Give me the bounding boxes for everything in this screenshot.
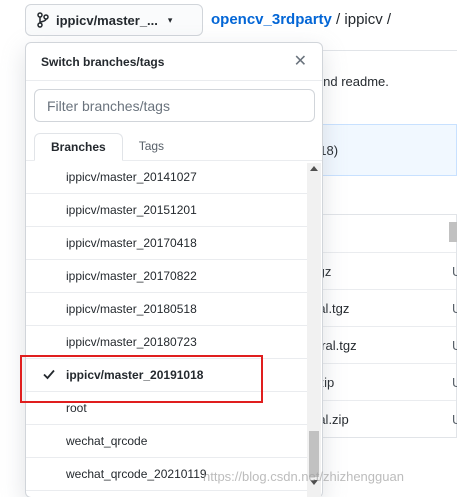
branch-name: ippicv/master_20180518 xyxy=(66,302,197,316)
branch-item[interactable]: wechat_qrcode_20210119 xyxy=(26,458,310,491)
branch-item[interactable]: ippicv/master_20170418 xyxy=(26,227,310,260)
close-icon[interactable]: ✕ xyxy=(294,53,307,70)
branch-name: ippicv/master_20170822 xyxy=(66,269,197,283)
branch-selector-button[interactable]: ippicv/master_... ▾ xyxy=(25,4,203,36)
file-commit-msg: U xyxy=(452,412,457,427)
breadcrumb-trailing-separator: / xyxy=(382,11,392,28)
dropdown-tabs: Branches Tags xyxy=(34,133,180,161)
breadcrumb-current-dir: ippicv xyxy=(344,11,383,28)
branch-name: wechat_qrcode xyxy=(66,434,148,448)
scroll-up-arrow-icon[interactable] xyxy=(310,166,318,171)
branch-name: wechat_qrcode_20210119 xyxy=(66,467,207,481)
dropdown-scrollbar-thumb[interactable] xyxy=(309,431,319,477)
filter-section: Branches Tags xyxy=(26,81,322,161)
file-commit-msg: U xyxy=(452,301,457,316)
dropdown-scrollbar[interactable] xyxy=(307,163,321,497)
branch-name: ippicv/master_20141027 xyxy=(66,170,197,184)
breadcrumb: opencv_3rdparty / ippicv / xyxy=(211,11,391,28)
branch-list: ippicv/master_20141027 ippicv/master_201… xyxy=(26,163,310,497)
scroll-down-arrow-icon[interactable] xyxy=(310,480,318,485)
branch-item[interactable]: wechat_qrcode xyxy=(26,425,310,458)
branch-item[interactable]: ippicv/master_20180518 xyxy=(26,293,310,326)
breadcrumb-separator: / xyxy=(331,11,345,28)
breadcrumb-repo-link[interactable]: opencv_3rdparty xyxy=(211,11,332,28)
tab-branches[interactable]: Branches xyxy=(34,133,123,161)
page-scrollbar-thumb[interactable] xyxy=(449,222,457,242)
file-commit-msg: U xyxy=(452,264,457,279)
file-commit-msg: U xyxy=(452,338,457,353)
check-icon xyxy=(43,369,55,380)
branch-name: ippicv/master_20170418 xyxy=(66,236,197,250)
dropdown-title: Switch branches/tags xyxy=(41,54,165,69)
branch-item[interactable]: ippicv/master_20180723 xyxy=(26,326,310,359)
branch-name: root xyxy=(66,401,87,415)
branch-item[interactable]: root xyxy=(26,392,310,425)
dropdown-header: Switch branches/tags ✕ xyxy=(26,43,322,81)
branch-item[interactable]: ippicv/master_20170822 xyxy=(26,260,310,293)
branch-switcher-dropdown: Switch branches/tags ✕ Branches Tags ipp… xyxy=(25,42,323,497)
commit-message: hind readme. xyxy=(313,74,389,89)
chevron-down-icon: ▾ xyxy=(167,14,173,25)
branch-item-selected[interactable]: ippicv/master_20191018 xyxy=(26,359,310,392)
branch-name: ippicv/master_20151201 xyxy=(66,203,197,217)
filter-branches-input[interactable] xyxy=(34,89,315,122)
file-commit-msg: U xyxy=(452,375,457,390)
git-branch-icon xyxy=(37,12,49,28)
branch-item[interactable]: ippicv/master_20141027 xyxy=(26,163,310,194)
branch-name: ippicv/master_20191018 xyxy=(66,368,204,382)
branch-item[interactable]: ippicv/master_20151201 xyxy=(26,194,310,227)
branch-name: ippicv/master_20180723 xyxy=(66,335,197,349)
tab-tags[interactable]: Tags xyxy=(123,133,180,161)
branch-selector-label: ippicv/master_... xyxy=(56,12,158,28)
